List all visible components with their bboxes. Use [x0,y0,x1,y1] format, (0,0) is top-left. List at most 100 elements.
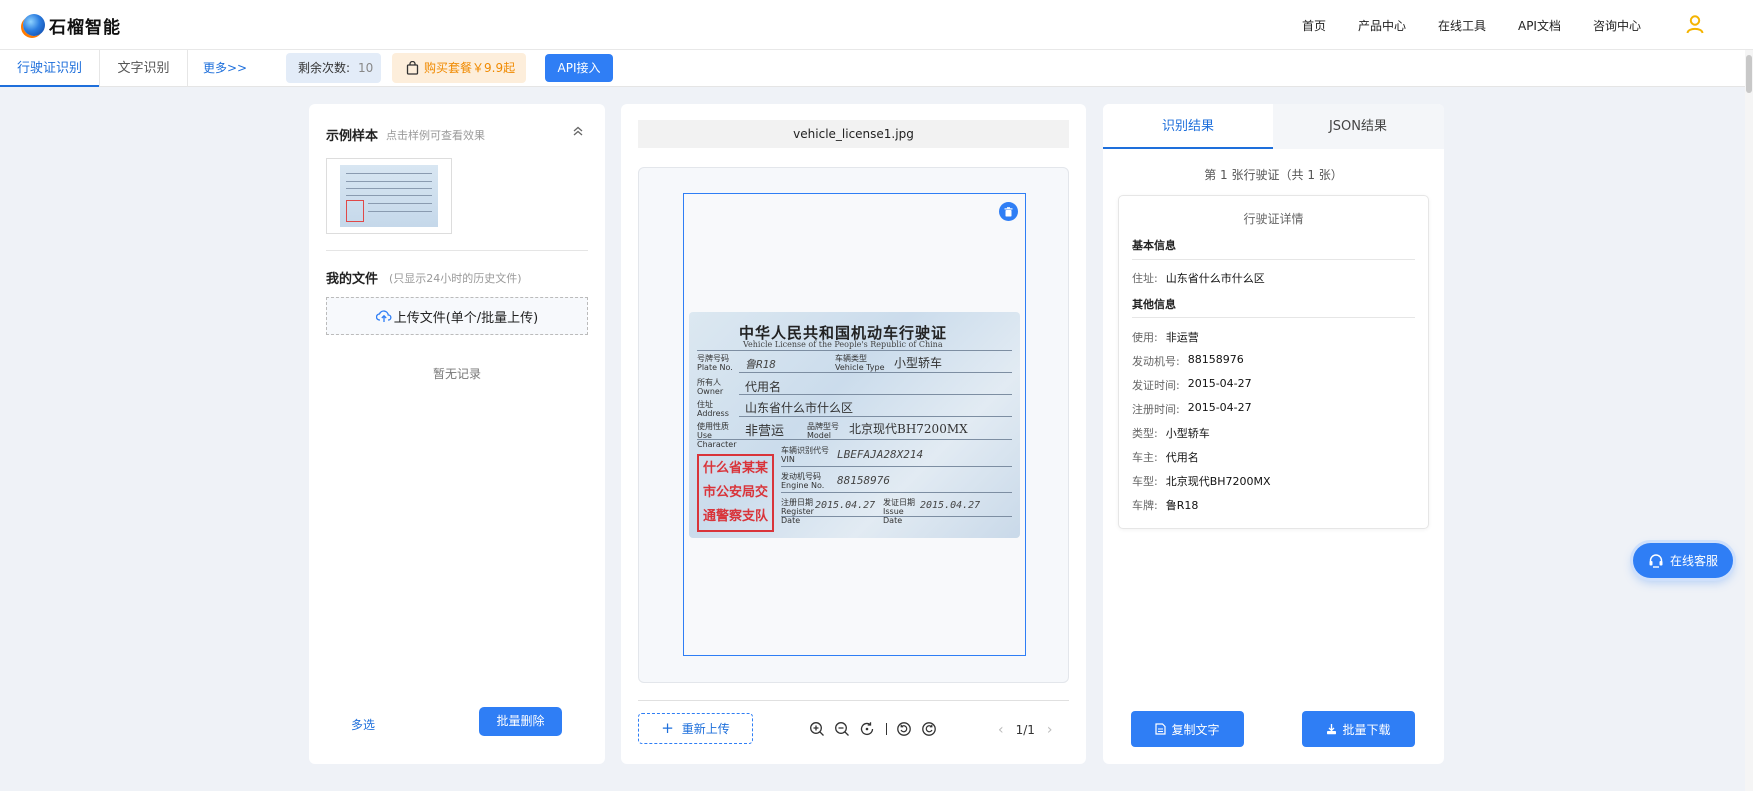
group-divider [1132,317,1415,318]
batch-download-button[interactable]: 批量下载 [1302,711,1415,747]
license-type-label: 车辆类型 Vehicle Type [835,354,885,372]
license-owner-value: 代用名 [745,380,782,394]
stamp-line: 通警察支队 [702,509,768,524]
license-plate-value: 鲁R18 [745,358,776,371]
result-row: 类型: 小型轿车 [1132,425,1210,441]
empty-records-text: 暂无记录 [432,367,481,381]
reupload-button[interactable]: + 重新上传 [638,713,753,744]
result-value: 88158976 [1187,353,1244,366]
section-divider [326,250,588,251]
result-row: 注册时间: 2015-04-27 [1132,401,1252,417]
multi-select-link[interactable]: 多选 [351,716,375,733]
tab-json-result[interactable]: JSON结果 [1273,104,1443,149]
result-row: 使用: 非运营 [1132,329,1199,345]
result-value: 2015-04-27 [1187,401,1252,414]
zoom-in-icon[interactable] [809,721,825,737]
license-engine-label: 发动机号码 Engine No. [781,472,825,490]
api-access-button[interactable]: API接入 [545,54,613,82]
license-issue-value: 2015.04.27 [920,500,981,511]
batch-delete-button[interactable]: 批量删除 [479,707,562,736]
rotate-left-icon[interactable] [896,721,912,737]
license-register-label: 注册日期 Register Date [781,498,814,525]
upload-files-button[interactable]: 上传文件(单个/批量上传) [326,297,588,335]
logo-globe-icon [23,14,45,36]
toolbar-divider [638,700,1069,701]
reset-icon[interactable] [859,721,875,737]
trash-icon [1004,206,1013,216]
result-row: 发动机号: 88158976 [1132,353,1244,369]
license-vin-value: LBEFAJA28X214 [837,448,924,461]
license-subtitle: Vehicle License of the People's Republic… [743,340,943,349]
collapse-chevron-icon[interactable] [571,124,585,138]
tab-recognition-result[interactable]: 识别结果 [1103,104,1273,149]
copy-text-button[interactable]: 复制文字 [1131,711,1244,747]
page-navigator: ‹ 1/1 › [998,722,1053,738]
rotate-right-icon[interactable] [921,721,937,737]
quota-label: 剩余次数: [298,61,351,75]
sample-license-image [340,165,438,227]
license-model-label: 品牌型号 Model [807,422,839,440]
result-value: 非运营 [1165,331,1199,344]
buy-package-label: 购买套餐￥9.9起 [424,61,516,75]
license-address-label: 住址 Address [697,400,729,418]
next-page-icon[interactable]: › [1047,722,1053,738]
nav-item-consult[interactable]: 咨询中心 [1593,17,1641,34]
left-panel: 示例样本 点击样例可查看效果 我的文件 (只显示24小时的历史文件) 上传文件(… [309,104,605,764]
main-nav: 首页 产品中心 在线工具 API文档 咨询中心 [1270,0,1641,50]
batch-download-label: 批量下载 [1342,722,1391,737]
result-row: 车主: 代用名 [1132,449,1199,465]
tab-vehicle-license[interactable]: 行驶证识别 [0,50,99,87]
nav-item-online-tools[interactable]: 在线工具 [1438,17,1486,34]
license-detail-card: 行驶证详情 基本信息 住址: 山东省什么市什么区 其他信息 使用: 非运营 发动机号… [1118,195,1429,529]
image-toolbar [809,721,946,737]
nav-item-home[interactable]: 首页 [1302,17,1326,34]
tool-tabbar: 行驶证识别 文字识别 更多>> [0,50,1753,87]
nav-item-api-docs[interactable]: API文档 [1518,17,1561,34]
detail-card-title: 行驶证详情 [1243,212,1304,226]
more-link[interactable]: 更多>> [203,50,247,87]
filename-bar: vehicle_license1.jpg [638,120,1069,148]
result-value: 2015-04-27 [1187,377,1252,390]
copy-doc-icon [1155,723,1167,735]
result-row: 车型: 北京现代BH7200MX [1132,473,1271,489]
sample-hint: 点击样例可查看效果 [386,129,485,142]
tab-divider [187,50,188,87]
prev-page-icon[interactable]: ‹ [998,722,1004,738]
license-use-label: 使用性质 Use Character [697,422,737,449]
result-key: 住址: [1132,272,1158,285]
result-value: 代用名 [1165,451,1199,464]
sample-thumbnail[interactable] [326,158,452,234]
delete-image-button[interactable] [999,202,1018,221]
scrollbar-thumb[interactable] [1746,55,1752,93]
license-plate-label: 号牌号码 Plate No. [697,354,733,372]
result-panel: 识别结果 JSON结果 第 1 张行驶证（共 1 张） 行驶证详情 基本信息 住… [1103,104,1444,764]
result-key: 类型: [1132,427,1158,440]
result-key: 注册时间: [1132,403,1180,416]
license-register-value: 2015.04.27 [815,500,876,511]
other-info-heading: 其他信息 [1132,298,1176,311]
online-service-button[interactable]: 在线客服 [1633,543,1733,578]
license-count-text: 第 1 张行驶证（共 1 张） [1204,168,1343,182]
logo[interactable]: 石榴智能 [23,12,121,38]
license-use-value: 非营运 [745,424,785,439]
selected-image-frame[interactable]: 中华人民共和国机动车行驶证 Vehicle License of the Peo… [683,193,1026,656]
license-issue-label: 发证日期 Issue Date [883,498,915,525]
vehicle-license-image: 中华人民共和国机动车行驶证 Vehicle License of the Peo… [689,312,1020,538]
license-vin-label: 车辆识别代号 VIN [781,446,829,464]
quota-value: 10 [358,61,374,75]
police-stamp: 什么省某某 市公安局交 通警察支队 [697,454,774,532]
page-indicator: 1/1 [1015,723,1035,737]
result-key: 发动机号: [1132,355,1180,368]
tab-text-recognition[interactable]: 文字识别 [100,50,187,87]
license-engine-value: 88158976 [837,474,890,487]
license-address-value: 山东省什么市什么区 [745,401,854,415]
buy-package-button[interactable]: 购买套餐￥9.9起 [392,53,526,83]
nav-item-products[interactable]: 产品中心 [1358,17,1406,34]
zoom-out-icon[interactable] [834,721,850,737]
page-scrollbar[interactable] [1745,50,1753,791]
result-tabs: 识别结果 JSON结果 [1103,104,1444,149]
user-icon[interactable] [1685,14,1705,34]
license-owner-label: 所有人 Owner [697,378,724,396]
result-value: 鲁R18 [1165,499,1199,512]
result-value: 山东省什么市什么区 [1165,272,1265,285]
